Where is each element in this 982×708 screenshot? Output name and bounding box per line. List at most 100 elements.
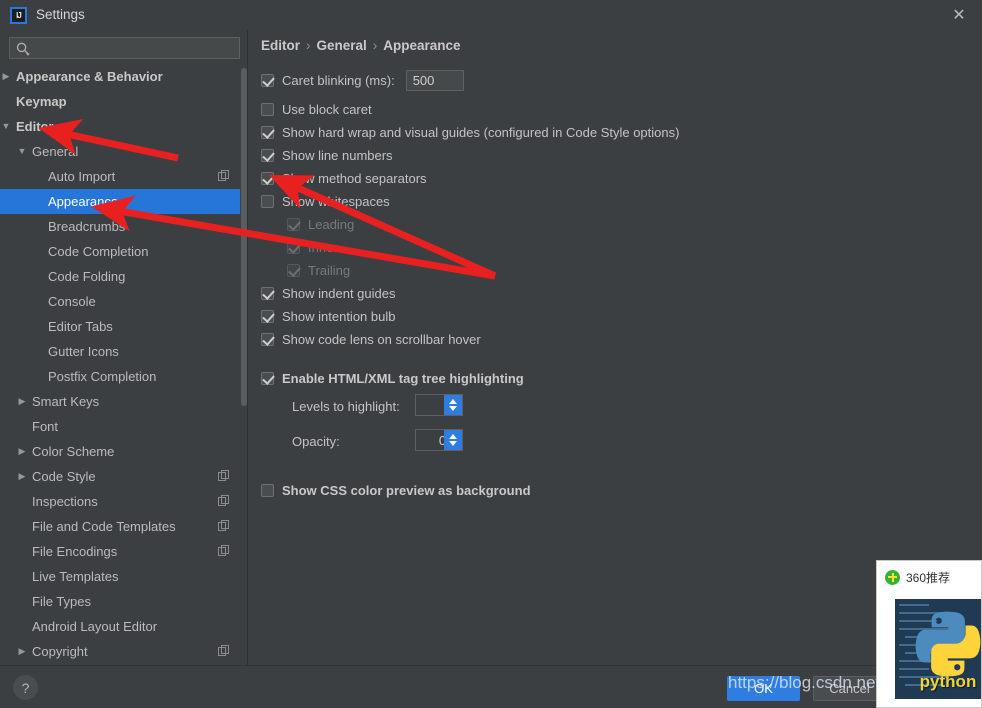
dialog-footer: ? OK Cancel <box>0 665 982 708</box>
sidebar-item-keymap[interactable]: Keymap <box>0 89 246 114</box>
sidebar-item-editor[interactable]: ▼ Editor <box>0 114 246 139</box>
sidebar-item-label: File and Code Templates <box>32 519 176 534</box>
sidebar-item-inspections[interactable]: Inspections <box>0 489 246 514</box>
search-input[interactable] <box>36 39 236 57</box>
levels-spinner-buttons[interactable] <box>444 395 462 415</box>
sidebar-item-postfix-completion[interactable]: Postfix Completion <box>0 364 246 389</box>
project-scope-copy-icon[interactable] <box>218 170 230 182</box>
option-row-enable-html-xml-highlighting: Enable HTML/XML tag tree highlighting <box>261 368 524 388</box>
breadcrumb-part[interactable]: Appearance <box>383 38 460 53</box>
sidebar-item-color-scheme[interactable]: ▶ Color Scheme <box>0 439 246 464</box>
caret-blinking-checkbox[interactable] <box>261 73 274 87</box>
sidebar-item-label: Color Scheme <box>32 444 115 459</box>
option-row-show-line-numbers: Show line numbers <box>261 145 393 165</box>
checkbox[interactable] <box>261 102 274 116</box>
option-row-show-hard-wrap-and-visual-guides-configured-in-code-style-options: Show hard wrap and visual guides (config… <box>261 122 679 142</box>
opacity-spinner-buttons[interactable] <box>444 430 462 450</box>
checkbox[interactable] <box>261 125 274 139</box>
project-scope-copy-icon[interactable] <box>218 645 230 657</box>
breadcrumb-part[interactable]: General <box>317 38 367 53</box>
option-row-show-method-separators: Show method separators <box>261 168 427 188</box>
sidebar-item-label: Android Layout Editor <box>32 619 158 634</box>
option-label: Show whitespaces <box>282 193 390 209</box>
caret-blinking-label: Caret blinking (ms): <box>282 72 395 88</box>
settings-tree[interactable]: ▶ Appearance & Behavior Keymap ▼ Editor ▼ Gene… <box>0 64 246 665</box>
spinner-up-icon[interactable] <box>449 399 457 404</box>
enable-html-xml-checkbox[interactable] <box>261 371 274 385</box>
sidebar-item-auto-import[interactable]: Auto Import <box>0 164 246 189</box>
checkbox[interactable] <box>261 309 274 323</box>
sidebar-item-label: File Encodings <box>32 544 118 559</box>
chevron-down-icon[interactable]: ▼ <box>0 114 12 139</box>
project-scope-copy-icon[interactable] <box>218 545 230 557</box>
checkbox[interactable] <box>261 148 274 162</box>
search-icon <box>16 42 30 56</box>
project-scope-copy-icon[interactable] <box>218 470 230 482</box>
help-button[interactable]: ? <box>13 675 38 700</box>
project-scope-copy-icon[interactable] <box>218 495 230 507</box>
option-label: Show intention bulb <box>282 308 396 324</box>
360-safe-icon <box>885 569 900 585</box>
close-icon[interactable]: ✕ <box>948 6 970 26</box>
option-label: Show indent guides <box>282 285 396 301</box>
sidebar-item-live-templates[interactable]: Live Templates <box>0 564 246 589</box>
360-recommend-popup[interactable]: 360推荐 python <box>876 560 982 708</box>
css-color-preview-label: Show CSS color preview as background <box>282 482 531 498</box>
sidebar-item-code-folding[interactable]: Code Folding <box>0 264 246 289</box>
sidebar-item-font[interactable]: Font <box>0 414 246 439</box>
sidebar-item-label: Code Style <box>32 469 96 484</box>
title-bar: IJ Settings ✕ <box>0 0 982 30</box>
caret-blinking-input[interactable] <box>405 69 464 91</box>
sidebar-item-label: Font <box>32 419 59 434</box>
chevron-down-icon[interactable]: ▼ <box>16 139 28 164</box>
sidebar-item-breadcrumbs[interactable]: Breadcrumbs <box>0 214 246 239</box>
chevron-right-icon[interactable]: ▶ <box>16 464 28 489</box>
sidebar-item-label: Copyright <box>32 644 88 659</box>
checkbox <box>287 240 300 254</box>
chevron-right-icon[interactable]: ▶ <box>16 439 28 464</box>
checkbox[interactable] <box>261 171 274 185</box>
sidebar-item-code-style[interactable]: ▶ Code Style <box>0 464 246 489</box>
sidebar-item-file-and-code-templates[interactable]: File and Code Templates <box>0 514 246 539</box>
option-row-leading: Leading <box>287 214 354 234</box>
chevron-right-icon[interactable]: ▶ <box>0 64 12 89</box>
enable-html-xml-label: Enable HTML/XML tag tree highlighting <box>282 370 524 386</box>
sidebar-item-label: Live Templates <box>32 569 119 584</box>
spinner-down-icon[interactable] <box>449 441 457 446</box>
checkbox[interactable] <box>261 332 274 346</box>
breadcrumb-part[interactable]: Editor <box>261 38 300 53</box>
chevron-right-icon[interactable]: ▶ <box>16 389 28 414</box>
option-label: Inner <box>308 239 338 255</box>
checkbox[interactable] <box>261 286 274 300</box>
project-scope-copy-icon[interactable] <box>218 520 230 532</box>
chevron-right-icon[interactable]: ▶ <box>16 639 28 664</box>
spinner-up-icon[interactable] <box>449 434 457 439</box>
360-popup-thumbnail[interactable]: python <box>895 599 981 699</box>
settings-search-box[interactable] <box>9 37 240 59</box>
sidebar-item-file-types[interactable]: File Types <box>0 589 246 614</box>
sidebar-item-android-layout-editor[interactable]: Android Layout Editor <box>0 614 246 639</box>
sidebar-item-console[interactable]: Console <box>0 289 246 314</box>
python-logo-icon <box>915 611 981 677</box>
sidebar-item-editor-tabs[interactable]: Editor Tabs <box>0 314 246 339</box>
sidebar-item-file-encodings[interactable]: File Encodings <box>0 539 246 564</box>
sidebar-item-smart-keys[interactable]: ▶ Smart Keys <box>0 389 246 414</box>
option-label: Show code lens on scrollbar hover <box>282 331 481 347</box>
ok-button[interactable]: OK <box>727 676 800 701</box>
sidebar-item-gutter-icons[interactable]: Gutter Icons <box>0 339 246 364</box>
spinner-down-icon[interactable] <box>449 406 457 411</box>
sidebar-item-general[interactable]: ▼ General <box>0 139 246 164</box>
css-color-preview-checkbox[interactable] <box>261 483 274 497</box>
levels-to-highlight-spinner[interactable] <box>415 394 463 416</box>
opacity-label: Opacity: <box>292 434 340 449</box>
sidebar-item-appearance-behavior[interactable]: ▶ Appearance & Behavior <box>0 64 246 89</box>
sidebar-item-label: Gutter Icons <box>48 344 119 359</box>
sidebar-item-appearance[interactable]: Appearance <box>0 189 246 214</box>
option-row-use-block-caret: Use block caret <box>261 99 372 119</box>
checkbox[interactable] <box>261 194 274 208</box>
option-label: Leading <box>308 216 355 232</box>
sidebar-item-code-completion[interactable]: Code Completion <box>0 239 246 264</box>
option-label: Show method separators <box>282 170 427 186</box>
sidebar-item-copyright[interactable]: ▶ Copyright <box>0 639 246 664</box>
opacity-spinner[interactable] <box>415 429 463 451</box>
